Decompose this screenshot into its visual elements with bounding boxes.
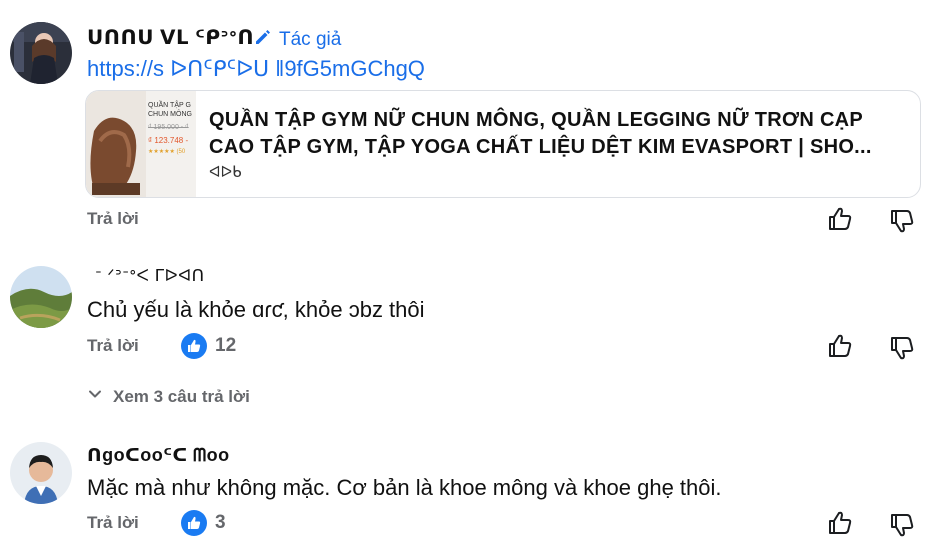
thumb-price: ₫ 123.748 - bbox=[148, 136, 189, 145]
thumbs-up-icon[interactable] bbox=[826, 205, 854, 233]
avatar[interactable] bbox=[10, 22, 72, 84]
thumbs-down-icon[interactable] bbox=[888, 511, 916, 539]
thumbs-down-icon[interactable] bbox=[888, 334, 916, 362]
preview-source: ᐊᐅᑲ bbox=[209, 164, 242, 181]
reply-button[interactable]: Trả lời bbox=[87, 513, 139, 533]
comment-author[interactable]: ᑎgoᑕooᑦᑕ ᗰoo bbox=[87, 445, 230, 466]
link-preview-card[interactable]: QUẦN TẬP G CHUN MÔNG ₫ 195.000 - ₫ ₫ 123… bbox=[85, 90, 921, 198]
view-replies-label: Xem 3 câu trả lời bbox=[113, 386, 250, 406]
comment-text: Mặc mà như không mặc. Cơ bản là khoe môn… bbox=[87, 475, 722, 500]
like-count[interactable]: 12 bbox=[181, 333, 236, 359]
comment-author[interactable]: ᐨ ᐟᐣᐨᐤᐸ ᒥᐅᐊᑎ bbox=[95, 266, 205, 286]
author-badge: Tác giả bbox=[253, 27, 341, 53]
pencil-icon bbox=[253, 27, 273, 53]
reply-button[interactable]: Trả lời bbox=[87, 209, 139, 229]
chevron-down-icon bbox=[87, 386, 103, 407]
product-thumbnail: QUẦN TẬP G CHUN MÔNG ₫ 195.000 - ₫ ₫ 123… bbox=[86, 91, 196, 197]
thumbs-up-icon bbox=[181, 333, 207, 359]
thumb-title: QUẦN TẬP G CHUN MÔNG bbox=[148, 102, 192, 118]
comment-text: Chủ yếu là khỏe ɑɾƈ, khỏe ɔbz thôi bbox=[87, 297, 425, 322]
avatar[interactable] bbox=[10, 266, 72, 328]
thumbs-up-icon[interactable] bbox=[826, 332, 854, 360]
avatar[interactable] bbox=[10, 442, 72, 504]
reply-button[interactable]: Trả lời bbox=[87, 336, 139, 356]
preview-title: QUẦN TẬP GYM NỮ CHUN MÔNG, QUẦN LEGGING … bbox=[209, 109, 872, 158]
thumbs-up-icon bbox=[181, 510, 207, 536]
product-image-icon bbox=[86, 91, 146, 197]
author-badge-label: Tác giả bbox=[279, 29, 342, 50]
comment-author[interactable]: ᑌᑎᑎᑌ ᐯᒪ ᑦᑭᐣᐤᑎ bbox=[87, 25, 254, 50]
thumbs-up-icon[interactable] bbox=[826, 509, 854, 537]
view-replies-button[interactable]: Xem 3 câu trả lời bbox=[87, 386, 250, 407]
like-count[interactable]: 3 bbox=[181, 510, 226, 536]
thumbs-down-icon[interactable] bbox=[888, 207, 916, 235]
like-count-value: 3 bbox=[215, 512, 226, 533]
thumb-old-price: ₫ 195.000 - ₫ bbox=[148, 124, 189, 131]
like-count-value: 12 bbox=[215, 335, 237, 356]
shared-link[interactable]: https://s ᐅᑎᑦᑭᑦᐅᑌ ‖9fG5mGChgQ bbox=[87, 56, 425, 82]
thumb-rating: ★★★★★ (50 bbox=[148, 149, 186, 155]
